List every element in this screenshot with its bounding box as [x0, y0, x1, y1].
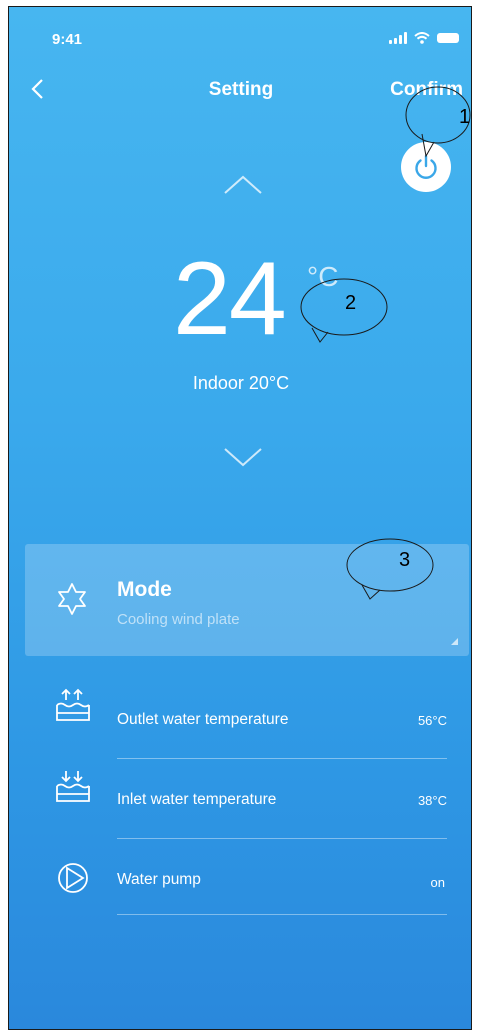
divider	[117, 838, 447, 839]
signal-icon	[389, 32, 407, 44]
indoor-temperature: Indoor 20°C	[192, 373, 290, 393]
temperature-down-icon[interactable]	[221, 445, 265, 469]
inlet-water-value: 38°C	[417, 793, 447, 808]
divider	[117, 758, 447, 759]
mode-title: Mode	[117, 578, 172, 601]
status-icons	[389, 31, 459, 45]
wifi-icon	[414, 32, 430, 44]
callout-bubble-3	[346, 538, 434, 600]
divider	[117, 914, 447, 915]
callout-number-3: 3	[399, 549, 411, 571]
temperature-up-icon[interactable]	[221, 173, 265, 197]
mode-corner-indicator	[451, 638, 458, 645]
callout-bubble-2	[300, 278, 388, 343]
mode-value: Cooling wind plate	[117, 611, 240, 628]
phone-screen: 9:41 Setting Confirm 24 °C Indoor 20°C M…	[8, 6, 472, 1030]
inlet-water-icon	[56, 771, 90, 802]
inlet-water-label: Inlet water temperature	[117, 791, 277, 808]
callout-number-2: 2	[345, 292, 357, 314]
callout-number-1: 1	[459, 106, 471, 128]
water-pump-icon	[58, 863, 88, 893]
status-time: 9:41	[52, 31, 83, 48]
snowflake-icon	[58, 583, 86, 615]
water-pump-status: on	[430, 875, 445, 890]
outlet-water-label: Outlet water temperature	[117, 711, 289, 728]
outlet-water-value: 56°C	[417, 713, 447, 728]
battery-icon	[437, 33, 459, 43]
water-pump-label: Water pump	[117, 871, 201, 888]
outlet-water-icon	[56, 688, 90, 721]
target-temperature: 24	[173, 241, 287, 357]
